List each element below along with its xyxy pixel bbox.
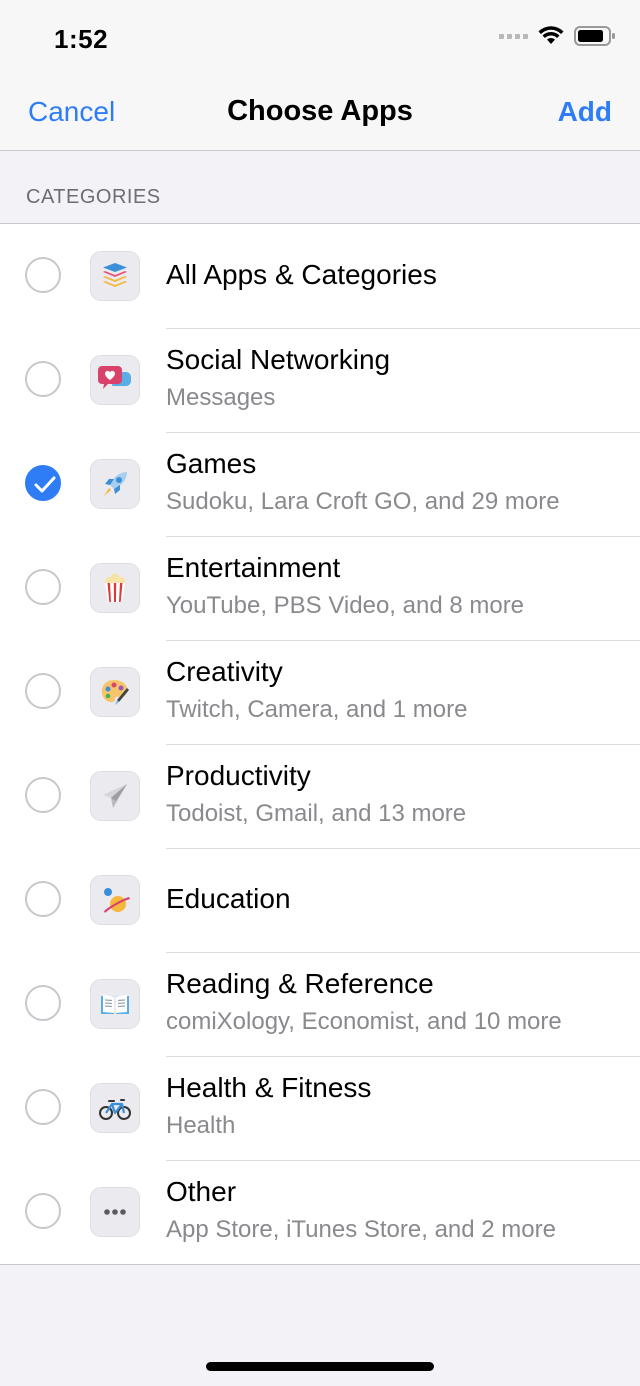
category-name: Reading & Reference [166,968,434,999]
category-row-reading-reference[interactable]: Reading & Reference comiXology, Economis… [0,952,640,1056]
selection-radio[interactable] [25,1193,61,1229]
category-apps: Sudoku, Lara Croft GO, and 29 more [166,488,560,515]
category-apps: YouTube, PBS Video, and 8 more [166,592,525,619]
popcorn-icon [90,563,140,613]
stack-icon [90,251,140,301]
category-row-social-networking[interactable]: Social Networking Messages [0,328,640,432]
category-apps: Messages [166,384,276,411]
category-name: Creativity [166,656,283,687]
category-name: Social Networking [166,344,391,375]
category-apps: App Store, iTunes Store, and 2 more [166,1216,556,1243]
selection-radio[interactable] [25,777,61,813]
category-row-productivity[interactable]: Productivity Todoist, Gmail, and 13 more [0,744,640,848]
categories-list: All Apps & Categories Social Networking … [0,223,640,1265]
category-row-creativity[interactable]: Creativity Twitch, Camera, and 1 more [0,640,640,744]
paper-plane-icon [90,771,140,821]
category-row-health-fitness[interactable]: Health & Fitness Health [0,1056,640,1160]
checkmark-icon [34,476,56,493]
selection-radio[interactable] [25,985,61,1021]
category-apps: comiXology, Economist, and 10 more [166,1008,562,1035]
category-name: Other [166,1176,237,1207]
battery-icon [574,26,615,46]
ellipsis-icon [90,1187,140,1237]
selection-radio[interactable] [25,569,61,605]
palette-icon [90,667,140,717]
category-name: All Apps & Categories [166,259,437,290]
planet-icon [90,875,140,925]
selection-radio-checked[interactable] [25,465,61,501]
status-bar: 1:52 [0,0,640,80]
category-name: Education [166,883,291,914]
category-apps: Twitch, Camera, and 1 more [166,696,468,723]
cellular-signal-icon [499,33,528,39]
category-row-games[interactable]: Games Sudoku, Lara Croft GO, and 29 more [0,432,640,536]
category-name: Entertainment [166,552,341,583]
open-book-icon [90,979,140,1029]
category-apps: Todoist, Gmail, and 13 more [166,800,467,827]
category-row-education[interactable]: Education [0,848,640,952]
category-apps: Health [166,1112,236,1139]
selection-radio[interactable] [25,361,61,397]
status-time: 1:52 [54,24,109,54]
selection-radio[interactable] [25,257,61,293]
category-row-entertainment[interactable]: Entertainment YouTube, PBS Video, and 8 … [0,536,640,640]
add-button[interactable]: Add [558,96,612,128]
category-row-other[interactable]: Other App Store, iTunes Store, and 2 mor… [0,1160,640,1264]
section-header: CATEGORIES [26,186,161,208]
rocket-icon [90,459,140,509]
page-title: Choose Apps [227,95,413,127]
category-name: Productivity [166,760,311,791]
category-name: Health & Fitness [166,1072,372,1103]
selection-radio[interactable] [25,673,61,709]
selection-radio[interactable] [25,1089,61,1125]
selection-radio[interactable] [25,881,61,917]
home-indicator[interactable] [206,1362,434,1371]
bicycle-icon [90,1083,140,1133]
category-row-all-apps[interactable]: All Apps & Categories [0,224,640,328]
navigation-bar: Cancel Choose Apps Add [0,80,640,151]
status-icons [499,26,616,46]
category-name: Games [166,448,257,479]
wifi-icon [538,26,564,44]
chat-heart-icon [90,355,140,405]
